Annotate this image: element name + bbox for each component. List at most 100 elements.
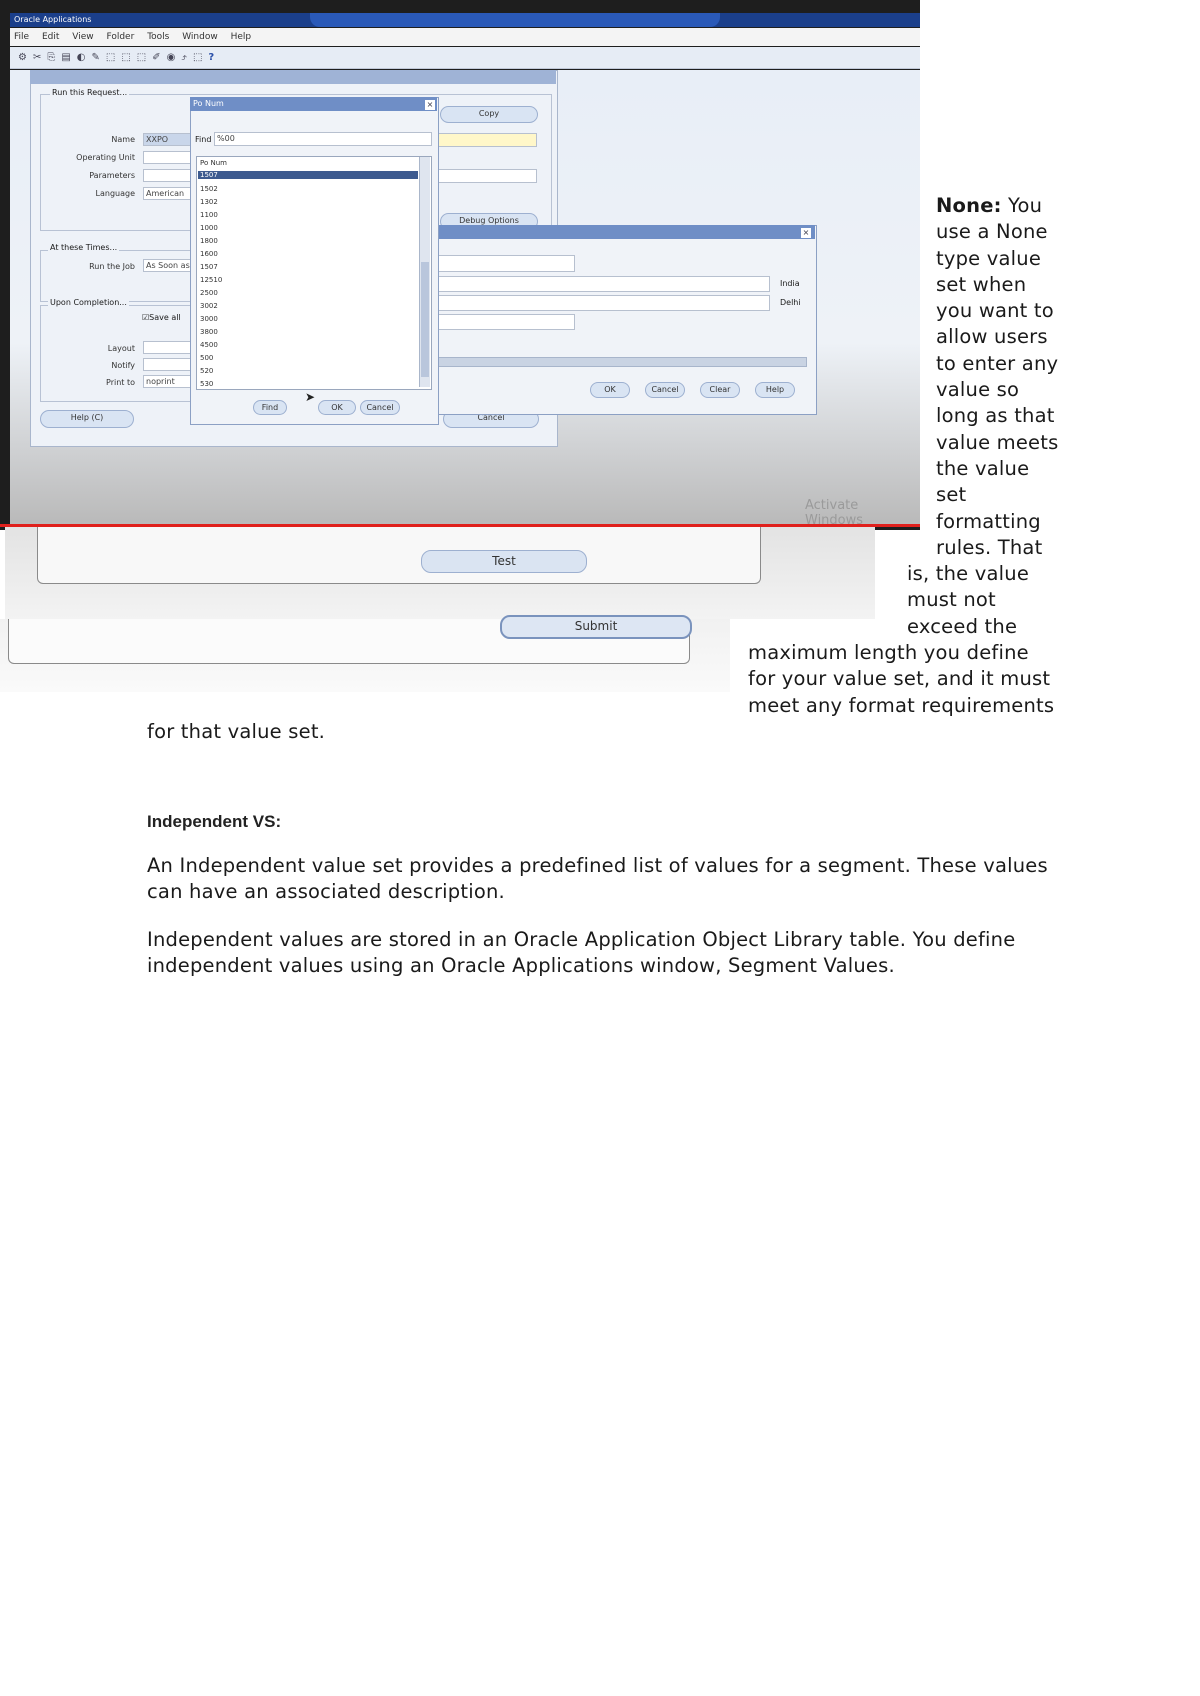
parameter-field-3[interactable]	[430, 295, 770, 311]
list-item[interactable]: 4500	[200, 341, 218, 349]
layout-label: Layout	[107, 344, 135, 353]
wide-line: for your value set, and it must	[748, 667, 1051, 691]
menu-edit[interactable]: Edit	[42, 32, 59, 42]
run-job-field[interactable]: As Soon as	[143, 259, 193, 272]
menu-folder[interactable]: Folder	[106, 32, 134, 42]
name-description-field	[437, 133, 537, 147]
toolbar-icons[interactable]: ⚙✂⎘▤◐✎⬚⬚⬚✐◉⤴⬚	[18, 52, 208, 63]
language-label: Language	[95, 189, 135, 198]
screenshot-image: Oracle Applications File Edit View Folde…	[0, 0, 920, 692]
submit-request-titlebar	[30, 70, 556, 84]
none-heading: None:	[936, 194, 1002, 217]
lov-ok-button[interactable]: OK	[318, 400, 356, 415]
close-icon[interactable]: ×	[800, 227, 812, 239]
menu-bar: File Edit View Folder Tools Window Help	[10, 28, 920, 46]
run-request-label: Run this Request...	[50, 88, 130, 97]
wide-line: meet any format requirements	[748, 693, 1055, 717]
wrapped-line: allow users	[936, 325, 1048, 349]
completion-label: Upon Completion...	[48, 298, 129, 307]
list-item[interactable]: 1100	[200, 211, 218, 219]
list-item[interactable]: 530	[200, 380, 213, 388]
schedule-label: At these Times...	[48, 243, 120, 252]
parameters-label: Parameters	[89, 171, 135, 180]
po-num-list: Po Num 1507 1502 1302 1100 1000 1800 160…	[196, 156, 432, 390]
help-icon[interactable]: ?	[208, 52, 220, 63]
notify-field[interactable]	[143, 358, 193, 371]
wrapped-line: type value	[936, 246, 1042, 270]
menu-tools[interactable]: Tools	[147, 32, 169, 42]
list-item[interactable]: 3002	[200, 302, 218, 310]
list-item[interactable]: 1000	[200, 224, 218, 232]
scrollbar-thumb[interactable]	[421, 262, 429, 377]
layout-field[interactable]	[143, 341, 193, 354]
lower-window-panel	[37, 527, 761, 584]
list-item[interactable]: 1800	[200, 237, 218, 245]
none-description-wide: maximum length you define for your value…	[748, 640, 1068, 719]
save-all-label: Save all	[149, 313, 181, 322]
lov-cancel-button[interactable]: Cancel	[360, 400, 400, 415]
print-to-label: Print to	[106, 378, 135, 387]
menu-help[interactable]: Help	[231, 32, 252, 42]
name-label: Name	[111, 135, 135, 144]
lower-window-strip: Test	[5, 527, 875, 619]
print-to-field[interactable]: noprint	[143, 375, 193, 388]
list-item[interactable]: 1502	[200, 185, 218, 193]
cancel-button[interactable]: Cancel	[645, 382, 685, 398]
app-title: Oracle Applications	[14, 15, 92, 24]
list-item[interactable]: 2500	[200, 289, 218, 297]
mid-line: must not	[907, 588, 996, 612]
run-job-label: Run the Job	[89, 262, 135, 271]
operating-unit-field[interactable]	[143, 151, 193, 164]
wrapped-line: set when	[936, 272, 1027, 296]
toolbar: ⚙✂⎘▤◐✎⬚⬚⬚✐◉⤴⬚?	[10, 47, 920, 69]
menu-file[interactable]: File	[14, 32, 29, 42]
bottom-window-strip: Submit	[0, 615, 730, 692]
parameters-field[interactable]	[143, 169, 193, 182]
list-item[interactable]: 3800	[200, 328, 218, 336]
parameters-dialog-titlebar	[420, 225, 815, 239]
lov-close-icon[interactable]: ×	[424, 99, 436, 111]
help-button[interactable]: Help (C)	[40, 410, 134, 428]
parameters-extra-field	[437, 169, 537, 183]
wrapped-line: value meets	[936, 430, 1059, 454]
list-item[interactable]: 12510	[200, 276, 222, 284]
clear-button[interactable]: Clear	[700, 382, 740, 398]
test-button[interactable]: Test	[421, 550, 587, 573]
wrapped-line: use a None	[936, 220, 1048, 244]
list-scrollbar[interactable]	[419, 157, 430, 387]
list-item[interactable]: 520	[200, 367, 213, 375]
independent-paragraph-1: An Independent value set provides a pred…	[147, 854, 1048, 904]
remote-session-bar	[310, 13, 720, 27]
parameter-field-1[interactable]	[430, 255, 575, 272]
name-field[interactable]: XXPO	[143, 133, 193, 146]
list-item-selected[interactable]: 1507	[198, 171, 418, 179]
none-description-wrapped: None: You use a None type value set when…	[936, 193, 1066, 561]
lov-title: Po Num	[193, 99, 224, 108]
independent-heading: Independent VS:	[147, 812, 282, 831]
find-input[interactable]: %00	[214, 132, 432, 146]
list-item[interactable]: 500	[200, 354, 213, 362]
wrapped-line: to enter any	[936, 351, 1059, 375]
list-item[interactable]: 1600	[200, 250, 218, 258]
menu-window[interactable]: Window	[182, 32, 218, 42]
none-description-end: for that value set.	[147, 720, 326, 743]
list-item[interactable]: 1302	[200, 198, 218, 206]
notify-label: Notify	[111, 361, 135, 370]
save-all-checkbox[interactable]: ☑Save all	[142, 313, 181, 322]
language-field[interactable]: American	[143, 187, 193, 200]
parameter-field-4[interactable]	[430, 314, 575, 330]
lov-find-button[interactable]: Find	[253, 400, 287, 415]
wide-line: maximum length you define	[748, 641, 1029, 664]
copy-button[interactable]: Copy	[440, 106, 538, 123]
ok-button[interactable]: OK	[590, 382, 630, 398]
wrapped-line: formatting	[936, 509, 1041, 533]
none-line-0: None: You	[936, 194, 1043, 217]
submit-button[interactable]: Submit	[500, 615, 692, 639]
parameter-field-2[interactable]	[430, 276, 770, 292]
list-item[interactable]: 3000	[200, 315, 218, 323]
wrapped-line: long as that	[936, 404, 1055, 428]
list-item[interactable]: 1507	[200, 263, 218, 271]
horizontal-scrollbar[interactable]	[430, 357, 807, 367]
param-help-button[interactable]: Help	[755, 382, 795, 398]
menu-view[interactable]: View	[72, 32, 93, 42]
